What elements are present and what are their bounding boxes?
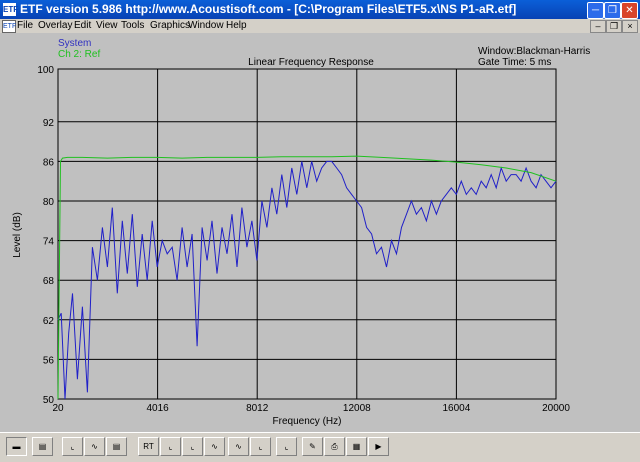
pen-icon[interactable]: ✎ bbox=[302, 437, 323, 456]
rt-button[interactable]: RT bbox=[138, 437, 159, 456]
y-tick-label: 74 bbox=[43, 237, 55, 248]
save-icon[interactable]: ▦ bbox=[346, 437, 367, 456]
minimize-button[interactable]: ─ bbox=[587, 2, 604, 19]
menu-view[interactable]: View bbox=[96, 20, 118, 31]
menu-help[interactable]: Help bbox=[226, 20, 247, 31]
decay-icon[interactable]: ⌞ bbox=[276, 437, 297, 456]
print-icon[interactable]: ⎙ bbox=[324, 437, 345, 456]
menu-window[interactable]: Window bbox=[188, 20, 224, 31]
bars-icon[interactable]: ▤ bbox=[106, 437, 127, 456]
x-tick-label: 20 bbox=[52, 403, 64, 414]
freq-icon[interactable]: ∿ bbox=[204, 437, 225, 456]
x-tick-label: 16004 bbox=[442, 403, 470, 414]
menu-graphics[interactable]: Graphics bbox=[150, 20, 190, 31]
x-tick-label: 8012 bbox=[246, 403, 269, 414]
step-icon[interactable]: ⌞ bbox=[160, 437, 181, 456]
y-axis-label: Level (dB) bbox=[12, 212, 23, 258]
view-2-icon[interactable]: ▤ bbox=[32, 437, 53, 456]
y-tick-label: 86 bbox=[43, 157, 55, 168]
y-tick-label: 50 bbox=[43, 395, 55, 406]
menu-bar: ETF File Overlay Edit View Tools Graphic… bbox=[0, 19, 640, 33]
x-tick-label: 12008 bbox=[343, 403, 371, 414]
window-function-label: Window:Blackman-Harris bbox=[478, 46, 590, 57]
y-tick-label: 68 bbox=[43, 276, 55, 287]
mdi-minimize-button[interactable]: – bbox=[590, 20, 606, 33]
window-title: ETF version 5.986 http://www.Acoustisoft… bbox=[20, 2, 517, 16]
menu-edit[interactable]: Edit bbox=[74, 20, 91, 31]
y-tick-label: 80 bbox=[43, 197, 55, 208]
menu-overlay[interactable]: Overlay bbox=[38, 20, 72, 31]
menu-tools[interactable]: Tools bbox=[121, 20, 144, 31]
play-icon[interactable]: ▶ bbox=[368, 437, 389, 456]
document-icon[interactable]: ETF bbox=[2, 20, 16, 33]
mdi-close-button[interactable]: × bbox=[622, 20, 638, 33]
menu-file[interactable]: File bbox=[17, 20, 33, 31]
y-tick-label: 56 bbox=[43, 355, 55, 366]
imp-icon[interactable]: ⌞ bbox=[182, 437, 203, 456]
x-axis-label: Frequency (Hz) bbox=[273, 416, 342, 427]
frequency-response-chart[interactable]: System Ch 2: Ref Linear Frequency Respon… bbox=[0, 33, 640, 432]
title-bar: ETF ETF version 5.986 http://www.Acousti… bbox=[0, 0, 640, 19]
x-tick-label: 20000 bbox=[542, 403, 570, 414]
legend-ref: Ch 2: Ref bbox=[58, 49, 100, 60]
plot-frame bbox=[57, 68, 557, 400]
phase-icon[interactable]: ∿ bbox=[228, 437, 249, 456]
view-1-icon[interactable]: ▬ bbox=[6, 437, 27, 456]
y-tick-label: 92 bbox=[43, 118, 55, 129]
lin-icon[interactable]: ⌞ bbox=[62, 437, 83, 456]
plot-area: System Ch 2: Ref Linear Frequency Respon… bbox=[0, 33, 640, 432]
x-tick-label: 4016 bbox=[146, 403, 169, 414]
y-tick-label: 100 bbox=[37, 65, 54, 76]
gate-time-label: Gate Time: 5 ms bbox=[478, 57, 551, 68]
toolbar: ▬ ▤ ⌞ ∿ ▤ RT ⌞ ⌞ ∿ ∿ ⌞ ⌞ ✎ ⎙ ▦ ▶ bbox=[0, 432, 640, 462]
chart-title: Linear Frequency Response bbox=[248, 57, 374, 68]
legend-system: System bbox=[58, 38, 91, 49]
mdi-restore-button[interactable]: ❐ bbox=[606, 20, 622, 33]
maximize-button[interactable]: ❐ bbox=[604, 2, 621, 19]
y-tick-label: 62 bbox=[43, 316, 55, 327]
app-icon: ETF bbox=[3, 3, 19, 16]
wave-icon[interactable]: ∿ bbox=[84, 437, 105, 456]
close-button[interactable]: ✕ bbox=[621, 2, 638, 19]
spec-icon[interactable]: ⌞ bbox=[250, 437, 271, 456]
